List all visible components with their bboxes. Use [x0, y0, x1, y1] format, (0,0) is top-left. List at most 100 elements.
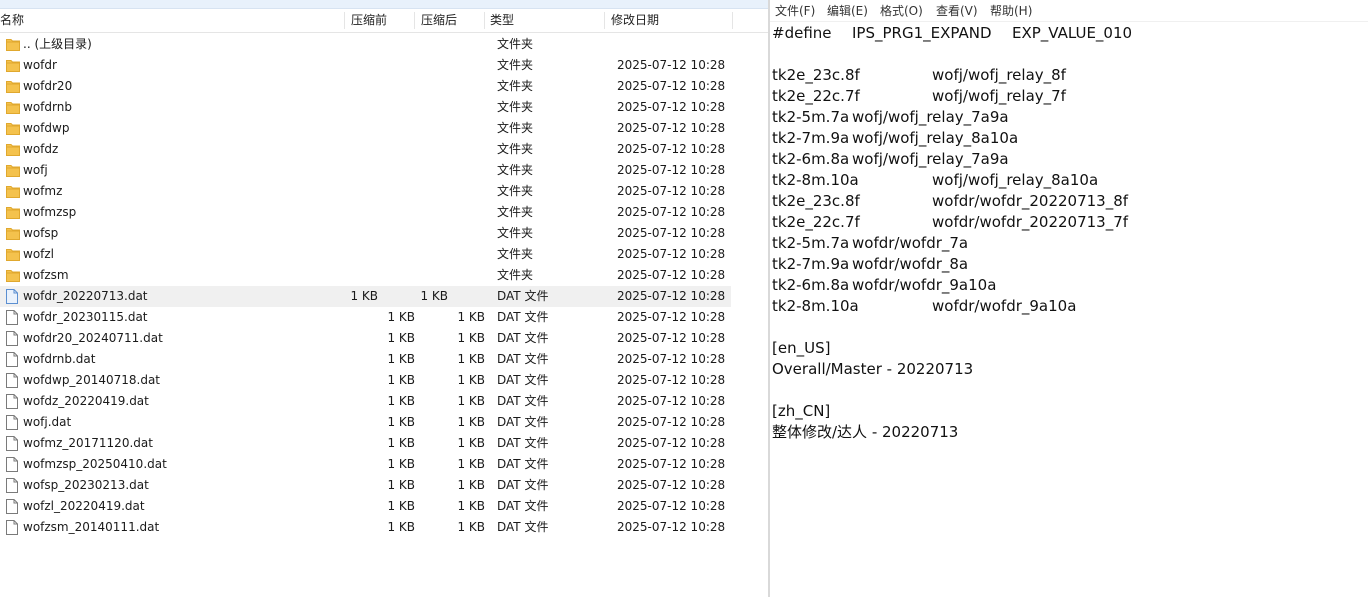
text-line: 整体修改/达人 - 20220713	[772, 422, 1366, 443]
file-modified-date: 2025-07-12 10:28	[617, 268, 726, 282]
column-name[interactable]: 名称	[0, 9, 24, 32]
file-size-before: 1 KB	[387, 415, 415, 429]
file-modified-date: 2025-07-12 10:28	[617, 457, 726, 471]
file-row[interactable]: wofsp_20230213.dat 1 KB 1 KB DAT 文件 2025-07-…	[0, 475, 768, 496]
file-type: DAT 文件	[497, 457, 549, 471]
folder-row[interactable]: wofdrnb 文件夹 2025-07-12 10:28	[0, 97, 768, 118]
file-size-after: 1 KB	[457, 373, 485, 387]
file-row[interactable]: wofdr_20230115.dat 1 KB 1 KB DAT 文件 2025-07-…	[0, 307, 768, 328]
text-segment: wofj/wofj_relay_7a9a	[852, 108, 1009, 126]
file-size-after: 1 KB	[457, 478, 485, 492]
column-separator[interactable]	[344, 12, 345, 29]
column-separator[interactable]	[732, 12, 733, 29]
file-row[interactable]: wofzsm_20140111.dat 1 KB 1 KB DAT 文件 2025-07…	[0, 517, 768, 538]
text-segment: [zh_CN]	[772, 402, 831, 420]
file-row[interactable]: wofdr_20220713.dat 1 KB 1 KB DAT 文件 2025-07-…	[0, 286, 731, 307]
file-row[interactable]: wofdz_20220419.dat 1 KB 1 KB DAT 文件 2025-07-…	[0, 391, 768, 412]
file-list: .. (上级目录) 文件夹 wofdr 文件夹 2025-07-12 10:28 wofd…	[0, 34, 768, 538]
folder-icon	[6, 184, 20, 199]
file-row[interactable]: wofdrnb.dat 1 KB 1 KB DAT 文件 2025-07-12 10:2…	[0, 349, 768, 370]
folder-icon	[6, 79, 20, 94]
menu-view[interactable]: 查看(V)	[936, 3, 978, 19]
menu-format[interactable]: 格式(O)	[880, 3, 923, 19]
file-icon	[6, 310, 20, 325]
text-segment: tk2-6m.8a	[772, 276, 850, 294]
file-modified-date: 2025-07-12 10:28	[617, 415, 726, 429]
column-separator[interactable]	[484, 12, 485, 29]
text-segment: Overall/Master - 20220713	[772, 360, 974, 378]
file-name: wofsp	[23, 226, 59, 240]
file-name: wofdz_20220419.dat	[23, 394, 149, 408]
text-segment: wofj/wofj_relay_8a10a	[932, 171, 1099, 189]
menu-bar: 文件(F) 编辑(E) 格式(O) 查看(V) 帮助(H)	[770, 0, 1368, 22]
folder-row[interactable]: wofdz 文件夹 2025-07-12 10:28	[0, 139, 768, 160]
file-type: DAT 文件	[497, 394, 549, 408]
file-row[interactable]: wofmzsp_20250410.dat 1 KB 1 KB DAT 文件 2025-0…	[0, 454, 768, 475]
text-segment: wofj/wofj_relay_8f	[932, 66, 1066, 84]
file-type: 文件夹	[497, 142, 534, 156]
file-row[interactable]: wofj.dat 1 KB 1 KB DAT 文件 2025-07-12 10:28	[0, 412, 768, 433]
file-icon	[6, 394, 20, 409]
column-size-before[interactable]: 压缩前	[351, 9, 387, 32]
text-segment: [en_US]	[772, 339, 831, 357]
menu-file[interactable]: 文件(F)	[775, 3, 815, 19]
column-separator[interactable]	[414, 12, 415, 29]
file-row[interactable]: wofmz_20171120.dat 1 KB 1 KB DAT 文件 2025-07-…	[0, 433, 768, 454]
text-line: [en_US]	[772, 338, 1366, 359]
folder-row[interactable]: wofzl 文件夹 2025-07-12 10:28	[0, 244, 768, 265]
file-name: wofmz_20171120.dat	[23, 436, 153, 450]
file-type: DAT 文件	[497, 499, 549, 513]
folder-row[interactable]: wofdwp 文件夹 2025-07-12 10:28	[0, 118, 768, 139]
column-size-after[interactable]: 压缩后	[421, 9, 457, 32]
file-icon	[6, 436, 20, 451]
file-type: DAT 文件	[497, 415, 549, 429]
file-type: 文件夹	[497, 79, 534, 93]
text-line: tk2e_22c.7f wofj/wofj_relay_7f	[772, 86, 1366, 107]
file-modified-date: 2025-07-12 10:28	[617, 352, 726, 366]
folder-icon	[6, 268, 20, 283]
file-row[interactable]: wofdr20_20240711.dat 1 KB 1 KB DAT 文件 2025-0…	[0, 328, 768, 349]
text-line: tk2-6m.8a wofj/wofj_relay_7a9a	[772, 149, 1366, 170]
file-modified-date: 2025-07-12 10:28	[617, 331, 726, 345]
column-type[interactable]: 类型	[490, 9, 514, 32]
folder-icon	[6, 247, 20, 262]
text-segment: IPS_PRG1_EXPAND	[852, 24, 992, 42]
folder-row[interactable]: wofdr 文件夹 2025-07-12 10:28	[0, 55, 768, 76]
file-type: DAT 文件	[497, 352, 549, 366]
text-segment: tk2-5m.7a	[772, 108, 850, 126]
column-header: 名称 压缩前 压缩后 类型 修改日期	[0, 9, 768, 33]
menu-help[interactable]: 帮助(H)	[990, 3, 1032, 19]
folder-row[interactable]: wofj 文件夹 2025-07-12 10:28	[0, 160, 768, 181]
file-size-after: 1 KB	[457, 457, 485, 471]
folder-icon	[6, 226, 20, 241]
file-modified-date: 2025-07-12 10:28	[617, 100, 726, 114]
menu-edit[interactable]: 编辑(E)	[827, 3, 868, 19]
text-segment: tk2e_23c.8f	[772, 66, 860, 84]
folder-row[interactable]: wofmz 文件夹 2025-07-12 10:28	[0, 181, 768, 202]
file-size-before: 1 KB	[387, 352, 415, 366]
file-icon	[6, 373, 20, 388]
folder-row[interactable]: wofsp 文件夹 2025-07-12 10:28	[0, 223, 768, 244]
text-editor[interactable]: #define IPS_PRG1_EXPAND EXP_VALUE_010 tk2e_…	[772, 23, 1366, 595]
text-segment: tk2-8m.10a	[772, 171, 859, 189]
file-size-after: 1 KB	[457, 520, 485, 534]
folder-row[interactable]: wofzsm 文件夹 2025-07-12 10:28	[0, 265, 768, 286]
file-type: 文件夹	[497, 268, 534, 282]
file-icon	[6, 289, 20, 304]
folder-icon	[6, 100, 20, 115]
folder-row[interactable]: wofmzsp 文件夹 2025-07-12 10:28	[0, 202, 768, 223]
text-segment: wofdr/wofdr_9a10a	[852, 276, 997, 294]
file-type: 文件夹	[497, 226, 534, 240]
column-separator[interactable]	[604, 12, 605, 29]
file-modified-date: 2025-07-12 10:28	[617, 394, 726, 408]
column-modified[interactable]: 修改日期	[611, 9, 659, 32]
file-type: DAT 文件	[497, 436, 549, 450]
file-row[interactable]: wofdwp_20140718.dat 1 KB 1 KB DAT 文件 2025-07…	[0, 370, 768, 391]
folder-row[interactable]: wofdr20 文件夹 2025-07-12 10:28	[0, 76, 768, 97]
file-size-after: 1 KB	[457, 352, 485, 366]
file-icon	[6, 457, 20, 472]
folder-icon	[6, 205, 20, 220]
file-row[interactable]: wofzl_20220419.dat 1 KB 1 KB DAT 文件 2025-07-…	[0, 496, 768, 517]
folder-row[interactable]: .. (上级目录) 文件夹	[0, 34, 768, 55]
text-line: Overall/Master - 20220713	[772, 359, 1366, 380]
